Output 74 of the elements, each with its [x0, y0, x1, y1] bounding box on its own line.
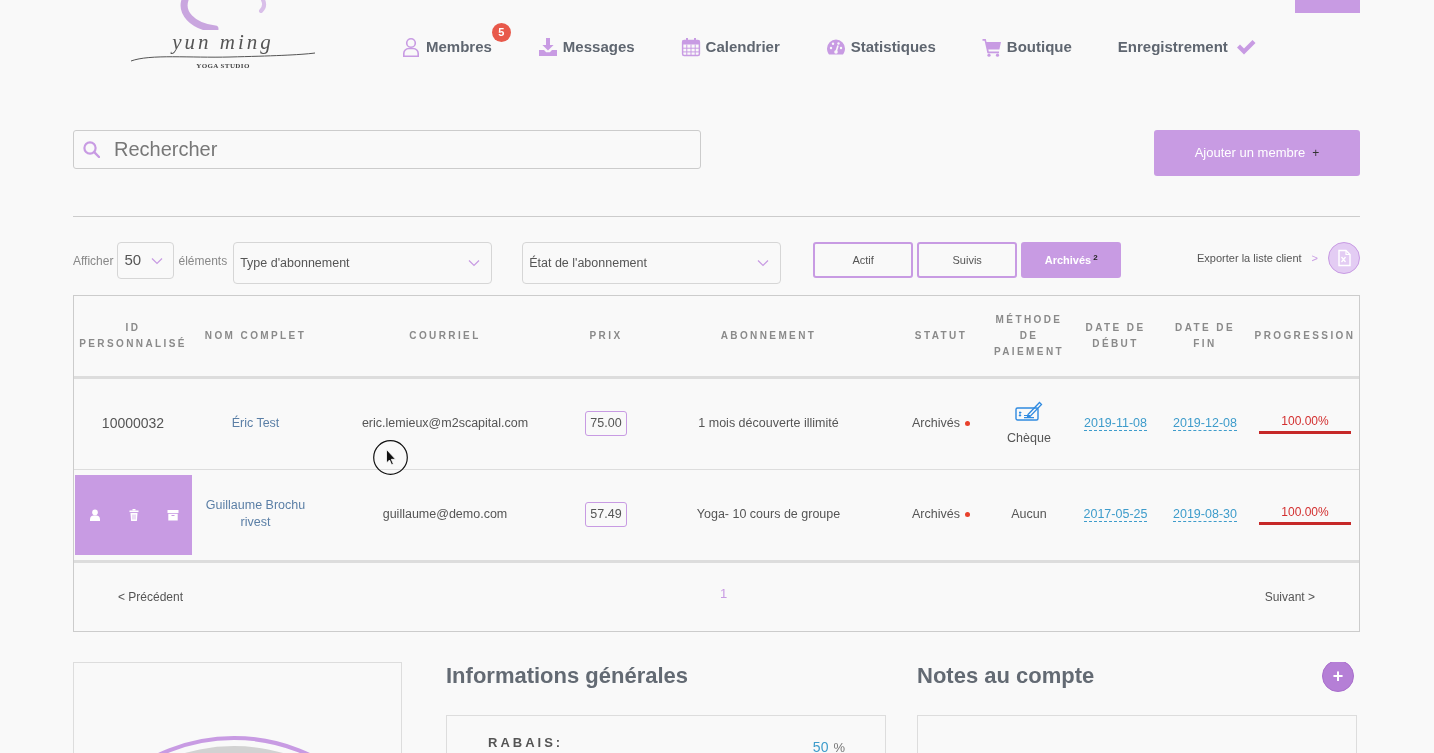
column-header: PRIX [571, 296, 641, 377]
file-export-icon[interactable] [1328, 242, 1360, 274]
logo-name: yun ming [172, 32, 274, 52]
section-title: Notes au compte [917, 661, 1095, 690]
logo-swash-icon [130, 52, 316, 62]
end-date-link[interactable]: 2019-08-30 [1173, 507, 1237, 523]
start-date-link[interactable]: 2019-11-08 [1084, 416, 1147, 432]
start-date-link[interactable]: 2017-05-25 [1083, 507, 1148, 523]
status-tab[interactable]: Actif [813, 242, 914, 278]
previous-page-link[interactable]: < Précédent [118, 587, 184, 606]
nav-link[interactable]: Messages [537, 36, 635, 58]
user-icon [401, 37, 421, 57]
column-header: PROGRESSION [1251, 296, 1359, 377]
column-header: ABONNEMENT [641, 296, 896, 377]
subscription-type-select[interactable]: Type d'abonnement [233, 242, 493, 284]
export-arrow: > [1311, 250, 1318, 266]
notification-badge: 5 [491, 23, 511, 42]
page-size-select[interactable]: 50 [117, 242, 175, 279]
field-value-link[interactable]: 50 [812, 738, 829, 753]
chevron-down-icon [151, 256, 164, 265]
chevron-down-icon [468, 259, 481, 267]
show-label: Afficher [73, 253, 114, 270]
member-email: guillaume@demo.com [382, 507, 508, 522]
cursor-icon [373, 440, 408, 475]
status-tab[interactable]: Archivés $^{2}$ [1021, 242, 1122, 278]
column-header: STATUT [896, 296, 986, 377]
status-text: Archivés [912, 507, 960, 522]
add-member-button[interactable]: Ajouter un membre + [1154, 130, 1360, 176]
member-name-link[interactable]: Guillaume Brochu rivest [198, 497, 313, 532]
nav-link[interactable]: Boutique [981, 36, 1072, 58]
payment-method: Aucun [1011, 507, 1047, 522]
cart-icon [981, 37, 1002, 57]
items-label: éléments [178, 253, 228, 270]
cheque-icon [1015, 399, 1043, 424]
next-page-link[interactable]: Suivant > [1264, 587, 1315, 606]
field-label: RABAIS: [488, 734, 564, 752]
archive-box-icon [166, 508, 179, 521]
member-name-link[interactable]: Éric Test [231, 415, 280, 433]
status-text: Archivés [912, 416, 960, 431]
column-header: MÉTHODE DE PAIEMENT [986, 296, 1072, 377]
nav-link[interactable]: Calendrier [680, 36, 780, 58]
column-header: COURRIEL [319, 296, 571, 377]
column-header: NOM COMPLET [192, 296, 319, 377]
field-unit: % [833, 739, 845, 753]
chevron-down-icon [757, 259, 770, 267]
price-tag: 57.49 [585, 502, 627, 527]
section-title: Informations générales [446, 661, 689, 690]
export-link[interactable]: Exporter la liste client [1197, 249, 1302, 267]
column-header: ID PERSONNALISÉ [74, 296, 192, 377]
user-icon [88, 508, 101, 521]
checkmark-icon [1235, 37, 1256, 57]
subscription-state-select[interactable]: État de l'abonnement [522, 242, 782, 284]
status-tab[interactable]: Suivis [917, 242, 1018, 278]
add-note-button[interactable]: + [1322, 661, 1354, 692]
nav-link[interactable]: Membres [401, 36, 492, 58]
gauge-icon [825, 37, 846, 57]
progress-reading: 100.00% [1280, 413, 1330, 429]
progress-reading: 100.00% [1280, 504, 1330, 520]
column-header: DATE DE DÉBUT [1072, 296, 1159, 377]
download-icon [537, 37, 558, 57]
calendar-icon [680, 37, 701, 57]
subscription-name: 1 mois découverte illimité [698, 416, 839, 431]
payment-method: Chèque [1007, 431, 1051, 446]
nav-link[interactable]: Enregistrement [1117, 36, 1256, 58]
price-tag: 75.00 [585, 411, 627, 436]
search-field[interactable]: Rechercher [73, 130, 701, 169]
trash-icon [127, 508, 140, 521]
member-id: 10000032 [101, 415, 165, 431]
nav-link[interactable]: Statistiques [825, 36, 936, 58]
search-icon [83, 141, 100, 158]
end-date-link[interactable]: 2019-12-08 [1173, 416, 1237, 432]
column-header: DATE DE FIN [1159, 296, 1251, 377]
member-email: eric.lemieux@m2scapital.com [361, 416, 529, 431]
subscription-name: Yoga- 10 cours de groupe [696, 507, 841, 522]
